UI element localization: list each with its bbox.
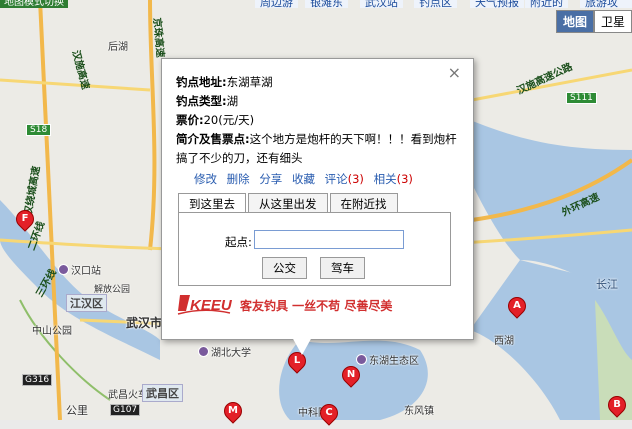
route-tabs: 到这里去 从这里出发 在附近找 (178, 193, 400, 214)
spot-info-window: × 钓点地址:东湖草湖 钓点类型:湖 票价:20(元/天) 简介及售票点:这个地… (161, 58, 474, 340)
top-nav: 周边游 银滩东 武汉站 钓点区 天气预报 附近的 旅游攻略 (0, 0, 632, 8)
poi-label: 湖北大学 (198, 344, 251, 359)
top-nav-item[interactable]: 旅游攻略 (580, 0, 632, 8)
spot-actions: 修改 删除 分享 收藏 评论(3) 相关(3) (194, 171, 419, 187)
top-nav-item[interactable]: 武汉站 (360, 0, 403, 8)
map-type-map[interactable]: 地图 (555, 10, 594, 33)
highway-shield: G316 (22, 374, 53, 386)
district-label: 武昌区 (142, 384, 183, 402)
poi-icon (58, 264, 69, 275)
favorite-link[interactable]: 收藏 (292, 172, 315, 186)
scale-label: 公里 (66, 404, 88, 417)
comments-link[interactable]: 评论(3) (325, 172, 364, 186)
map-type-switch: 地图 卫星 (555, 10, 632, 33)
start-label: 起点: (225, 235, 252, 249)
tab-search-nearby[interactable]: 在附近找 (329, 193, 398, 214)
river-label: 长江 (596, 278, 618, 291)
poi-icon (198, 346, 209, 357)
map-type-satellite[interactable]: 卫星 (593, 10, 632, 33)
poi-label: 解放公园 (94, 285, 131, 295)
top-nav-item[interactable]: 天气预报 (470, 0, 524, 8)
spot-details: 钓点地址:东湖草湖 钓点类型:湖 票价:20(元/天) 简介及售票点:这个地方是… (176, 73, 458, 168)
edit-link[interactable]: 修改 (194, 172, 217, 186)
drive-button[interactable]: 驾车 (320, 257, 365, 279)
route-form: 起点: 公交 驾车 (178, 212, 451, 286)
tab-start-here[interactable]: 从这里出发 (248, 193, 328, 214)
bus-button[interactable]: 公交 (262, 257, 307, 279)
field-address: 钓点地址:东湖草湖 (176, 75, 273, 89)
delete-link[interactable]: 删除 (227, 172, 250, 186)
highway-shield: S111 (566, 92, 597, 104)
poi-label: 汉口站 (58, 262, 101, 277)
city-label: 武汉市 (126, 316, 163, 330)
poi-label: 东湖生态区 (356, 352, 419, 367)
field-price: 票价:20(元/天) (176, 113, 255, 127)
poi-label: 东风镇 (404, 406, 434, 417)
start-input[interactable] (254, 230, 404, 249)
field-description: 简介及售票点:这个地方是炮杆的天下啊！！！看到炮杆搞了不少的刀，还有细头 (176, 132, 457, 165)
info-window-pointer (292, 337, 312, 355)
field-type: 钓点类型:湖 (176, 94, 239, 108)
brand-slogan: 客友钓具 一丝不苟 尽善尽美 (240, 299, 393, 313)
district-label: 江汉区 (66, 294, 107, 312)
poi-icon (356, 354, 367, 365)
top-nav-item[interactable]: 银滩东 (305, 0, 348, 8)
related-link[interactable]: 相关(3) (374, 172, 413, 186)
top-nav-item[interactable]: 附近的 (525, 0, 568, 8)
poi-label: 中山公园 (32, 326, 72, 337)
tab-go-here[interactable]: 到这里去 (178, 193, 246, 214)
poi-label: 西湖 (494, 336, 514, 347)
top-nav-item[interactable]: 周边游 (255, 0, 298, 8)
highway-shield: G107 (110, 404, 141, 416)
top-nav-item[interactable]: 钓点区 (414, 0, 457, 8)
keeu-logo: KEEU (177, 295, 232, 315)
share-link[interactable]: 分享 (259, 172, 282, 186)
poi-label: 后湖 (108, 42, 128, 53)
map-mode-button[interactable]: 地图模式切换 (0, 0, 68, 8)
highway-shield: S18 (26, 124, 52, 136)
